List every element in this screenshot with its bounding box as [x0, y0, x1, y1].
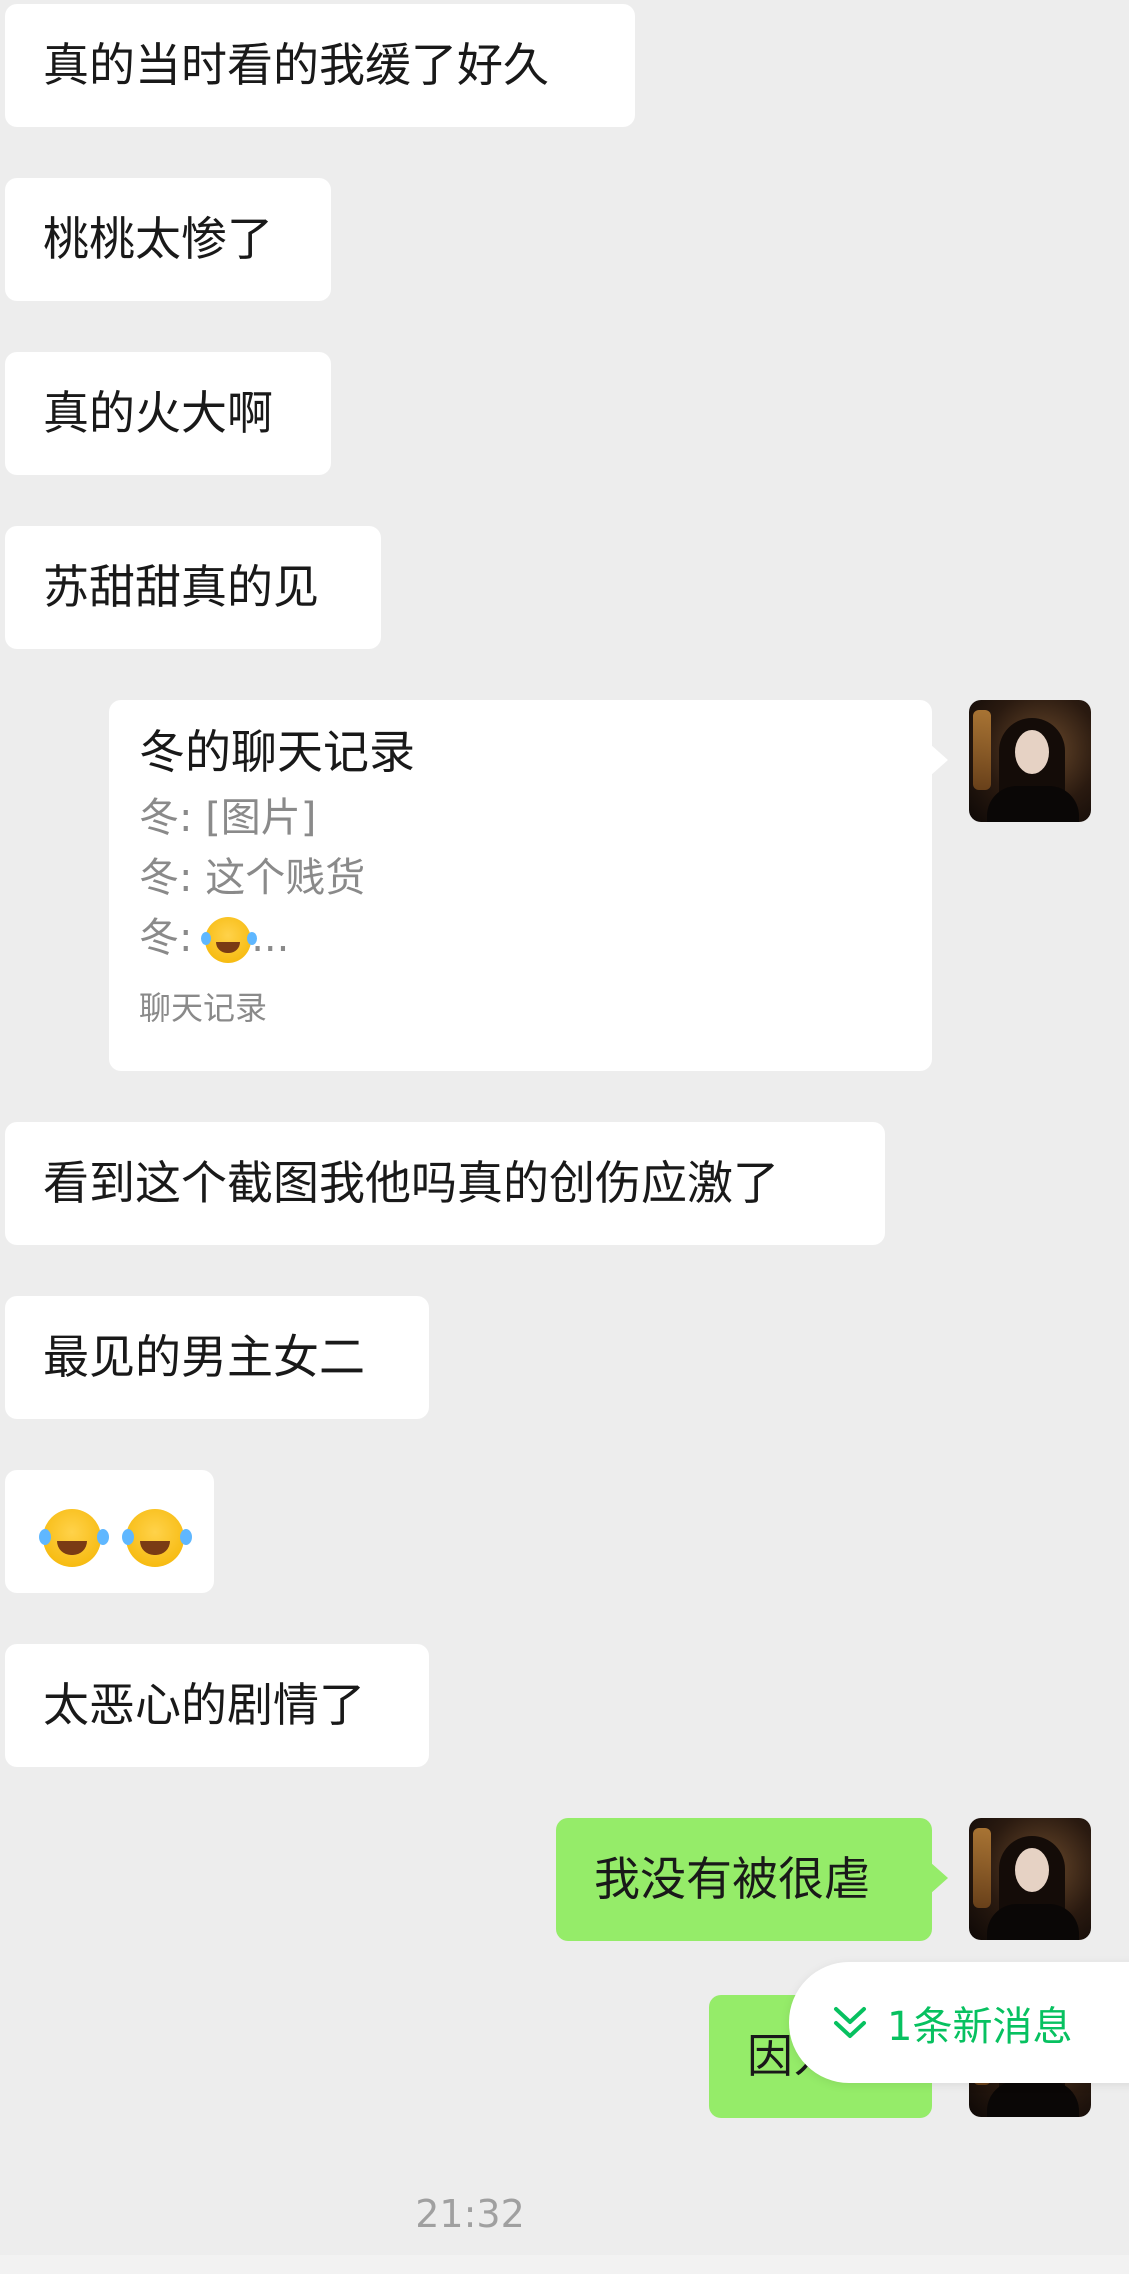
- message-text: 最见的男主女二: [43, 1330, 365, 1384]
- card-title: 冬的聊天记录: [139, 725, 415, 779]
- message-bubble-incoming[interactable]: 看到这个截图我他吗真的创伤应激了: [5, 1122, 885, 1245]
- chat-history-card[interactable]: 冬的聊天记录 冬: [图片] 冬: 这个贱货 冬: ... 聊天记录: [109, 700, 948, 1071]
- message-text: 苏甜甜真的见: [43, 560, 319, 614]
- avatar[interactable]: [969, 700, 1091, 822]
- card-footer: 聊天记录: [139, 989, 268, 1027]
- new-messages-label: 1条新消息: [887, 2003, 1073, 2050]
- message-text: 看到这个截图我他吗真的创伤应激了: [43, 1156, 779, 1210]
- avatar-face: [1015, 1848, 1049, 1892]
- double-chevron-down-icon: [834, 2006, 866, 2038]
- avatar-body: [987, 786, 1079, 822]
- message-bubble-incoming[interactable]: 真的火大啊: [5, 352, 331, 475]
- message-bubble-incoming[interactable]: [5, 1470, 214, 1593]
- avatar-face: [1015, 730, 1049, 774]
- face-with-tears-of-joy-icon: [201, 917, 252, 963]
- face-with-tears-of-joy-icon: [121, 1508, 184, 1567]
- avatar-lamp: [973, 710, 991, 790]
- message-bubble-incoming[interactable]: 桃桃太惨了: [5, 178, 331, 301]
- message-bubble-incoming[interactable]: 苏甜甜真的见: [5, 526, 381, 649]
- message-text: 我没有被很虐: [594, 1852, 870, 1906]
- card-line: 冬: [图片]: [139, 795, 317, 841]
- avatar-body: [987, 2081, 1079, 2117]
- message-bubble-incoming[interactable]: 真的当时看的我缓了好久: [5, 4, 635, 127]
- message-bubble-incoming[interactable]: 最见的男主女二: [5, 1296, 429, 1419]
- card-line-suffix: ...: [251, 915, 290, 961]
- avatar[interactable]: [969, 1818, 1091, 1940]
- message-text: 真的火大啊: [43, 386, 273, 440]
- message-text: 太恶心的剧情了: [43, 1678, 365, 1732]
- message-text: 真的当时看的我缓了好久: [43, 38, 549, 92]
- message-bubble-incoming[interactable]: 太恶心的剧情了: [5, 1644, 429, 1767]
- card-line: 冬: ...: [139, 908, 902, 968]
- avatar-body: [987, 1904, 1079, 1940]
- bottom-bar: [0, 2255, 1129, 2274]
- timestamp: 21:32: [415, 2192, 525, 2236]
- card-line-prefix: 冬:: [139, 915, 206, 961]
- avatar-lamp: [973, 1828, 991, 1908]
- face-with-tears-of-joy-icon: [39, 1508, 101, 1567]
- new-messages-button[interactable]: 1条新消息: [789, 1962, 1129, 2083]
- message-bubble-outgoing[interactable]: 我没有被很虐: [556, 1818, 948, 1941]
- message-text: 桃桃太惨了: [43, 212, 273, 266]
- card-line: 冬: 这个贱货: [139, 855, 366, 901]
